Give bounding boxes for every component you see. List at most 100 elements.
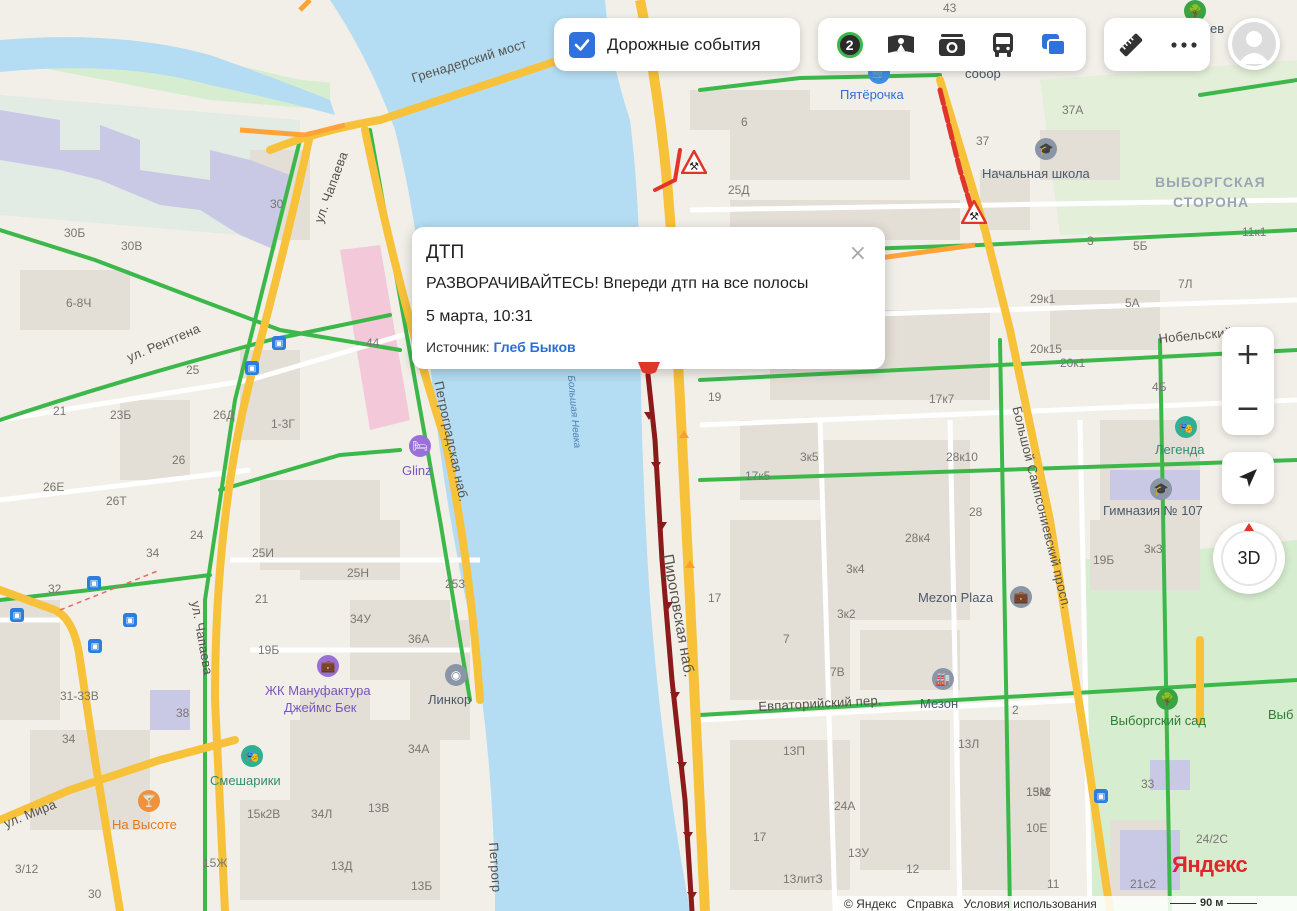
traffic-events-toggle[interactable]: Дорожные события [554, 18, 800, 71]
svg-text:⚒: ⚒ [689, 160, 699, 173]
zoom-in-button[interactable]: + [1222, 327, 1274, 381]
user-avatar-button[interactable] [1228, 18, 1280, 70]
house-number: 15к2 [1026, 785, 1052, 799]
house-number: 37А [1062, 103, 1084, 117]
house-number: 17к5 [745, 469, 771, 483]
house-number: 4Б [1152, 380, 1167, 394]
house-number: 21 [255, 592, 269, 606]
tools-toolbar [1104, 18, 1210, 71]
panorama-icon [887, 34, 914, 53]
house-number: 19Б [1093, 553, 1115, 567]
bus-stop-icon[interactable]: ▣ [123, 613, 137, 627]
close-icon[interactable]: × [849, 241, 867, 266]
house-number: 17к7 [929, 392, 955, 406]
bus-stop-icon[interactable]: ▣ [1094, 789, 1108, 803]
house-number: 3к5 [800, 450, 819, 464]
road-works-icon[interactable]: ⚒ [961, 200, 987, 224]
scale-bar-right [1227, 902, 1258, 904]
panorama-button[interactable] [883, 27, 919, 63]
house-number: 23Б [110, 408, 132, 422]
poi-linkor[interactable]: Линкор [428, 693, 471, 706]
avatar [1232, 22, 1276, 66]
traffic-score-button[interactable]: 2 [832, 27, 868, 63]
camera-button[interactable] [934, 27, 970, 63]
gymnasium-icon[interactable]: 🎓 [1150, 478, 1172, 500]
house-number: 6-8Ч [66, 296, 92, 310]
district-label-2: СТОРОНА [1173, 194, 1250, 210]
map-scale: 90 м [1170, 897, 1258, 909]
bus-stop-icon[interactable]: ▣ [272, 336, 286, 350]
house-number: 24 [190, 528, 204, 542]
house-number: 13литЗ [783, 872, 823, 886]
navigation-arrow-icon [1239, 469, 1257, 487]
ruler-button[interactable] [1113, 27, 1149, 63]
compass-3d-button[interactable]: 3D [1213, 522, 1285, 594]
district-label: ВЫБОРГСКАЯ [1155, 174, 1266, 190]
bar-icon[interactable]: 🍸 [138, 790, 160, 812]
house-number: 13В [368, 801, 390, 815]
poi-legenda[interactable]: Легенда [1155, 443, 1204, 456]
house-number: 31-33В [60, 689, 99, 703]
more-icon [1170, 41, 1197, 48]
zoom-out-button[interactable]: − [1222, 381, 1274, 435]
house-number: 28к10 [946, 450, 978, 464]
house-number: 28 [969, 505, 983, 519]
road-works-icon[interactable]: ⚒ [681, 150, 707, 174]
view-3d-label: 3D [1237, 547, 1261, 568]
factory-icon[interactable]: 🏭 [932, 668, 954, 690]
theater-icon[interactable]: 🎭 [1175, 416, 1197, 438]
more-button[interactable] [1166, 27, 1202, 63]
poi-smeshariki[interactable]: Смешарики [210, 774, 281, 787]
house-number: 7В [830, 665, 845, 679]
house-number: 30Б [64, 226, 86, 240]
footer-help-link[interactable]: Справка [907, 897, 954, 911]
house-number: 30В [121, 239, 143, 253]
poi-na-vysote[interactable]: На Высоте [112, 818, 177, 831]
house-number: 43 [943, 1, 957, 15]
poi-pyaterochka[interactable]: Пятёрочка [840, 88, 904, 101]
poi-manufactory-2[interactable]: Джеймс Бек [284, 701, 357, 714]
house-number: 26Е [43, 480, 65, 494]
poi-vyb-cut: Выб [1268, 707, 1294, 722]
poi-mezon[interactable]: Мезон [920, 697, 958, 710]
poi-glinz[interactable]: Glinz [402, 464, 432, 477]
locate-me-button[interactable] [1222, 452, 1274, 504]
business-center-icon[interactable]: ◉ [445, 664, 467, 686]
theater-icon-smeshariki[interactable]: 🎭 [241, 745, 263, 767]
bus-stop-icon[interactable]: ▣ [245, 361, 259, 375]
bus-stop-icon[interactable]: ▣ [88, 639, 102, 653]
poi-gymnasium[interactable]: Гимназия № 107 [1103, 504, 1203, 517]
ruler-icon [1119, 33, 1142, 56]
poi-mezon-plaza[interactable]: Mezon Plaza [918, 591, 993, 604]
footer-terms-link[interactable]: Условия использования [964, 897, 1097, 911]
house-number: 21 [53, 404, 67, 418]
house-number: 11 [1047, 877, 1060, 891]
transit-button[interactable] [985, 27, 1021, 63]
bus-stop-icon[interactable]: ▣ [87, 576, 101, 590]
poi-vyborg-garden[interactable]: Выборгский сад [1110, 714, 1206, 727]
yandex-logo[interactable]: Яндекс [1172, 852, 1248, 878]
checkbox-checked-icon[interactable] [569, 31, 595, 58]
house-number: 20к1 [1060, 356, 1086, 370]
office-icon[interactable]: 💼 [1010, 586, 1032, 608]
layers-button[interactable] [1036, 27, 1072, 63]
footer-copyright[interactable]: © Яндекс [844, 897, 897, 911]
school-icon[interactable]: 🎓 [1035, 138, 1057, 160]
poi-ev-cut: ев [1210, 21, 1225, 36]
house-number: 15к2В [247, 807, 281, 821]
incident-time: 5 марта, 10:31 [426, 308, 533, 325]
bus-stop-icon[interactable]: ▣ [10, 608, 24, 622]
poi-manufactory[interactable]: ЖК Мануфактура [265, 684, 371, 697]
poi-school[interactable]: Начальная школа [982, 167, 1090, 180]
house-number: 26Т [106, 494, 127, 508]
map-canvas[interactable] [0, 0, 1297, 911]
house-number: 19 [708, 390, 722, 404]
incident-marker-icon[interactable] [636, 362, 662, 376]
house-number: 25И [252, 546, 274, 560]
incident-source-link[interactable]: Глеб Быков [494, 339, 576, 355]
residential-icon[interactable]: 💼 [317, 655, 339, 677]
house-number: 21с2 [1130, 877, 1157, 891]
user-icon [1238, 31, 1270, 64]
hotel-icon[interactable]: 🛏 [409, 435, 431, 457]
park-icon[interactable]: 🌳 [1156, 688, 1178, 710]
